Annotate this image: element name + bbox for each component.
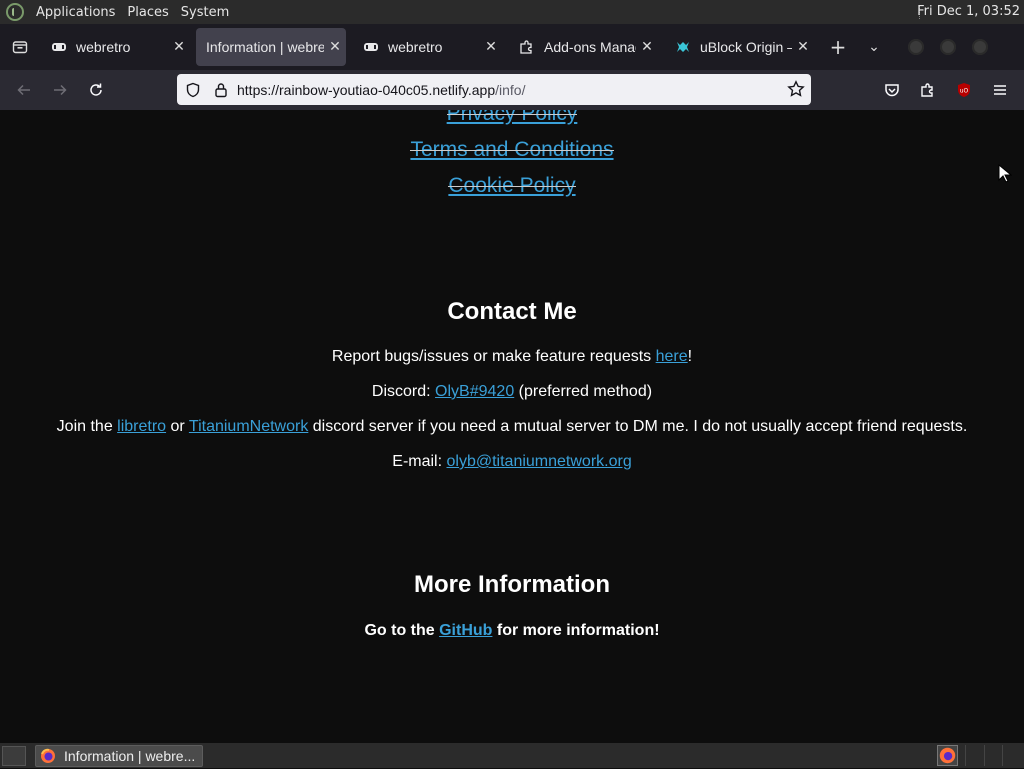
tab-title: webretro [76,39,131,55]
ublock-shield-icon: uO [958,83,970,97]
firefox-view-icon [12,41,28,54]
tracking-protection-shield-icon[interactable] [179,82,207,98]
navigation-toolbar: https://rainbow-youtiao-040c05.netlify.a… [0,70,1024,110]
tab-title: webretro [388,39,443,55]
hamburger-menu-icon [994,85,1006,95]
svg-text:uO: uO [960,88,969,95]
url-text[interactable]: https://rainbow-youtiao-040c05.netlify.a… [237,82,525,98]
extensions-button[interactable] [910,82,946,98]
maximize-window-button[interactable] [940,39,956,55]
ublock-origin-button[interactable]: uO [946,82,982,98]
join-servers-line: Join the libretro or TitaniumNetwork dis… [56,418,968,435]
toolbar-right: uO [874,70,1018,110]
tab-ublock-origin[interactable]: uBlock Origin — Dashboard ✕ [664,28,814,66]
url-bar[interactable]: https://rainbow-youtiao-040c05.netlify.a… [177,74,811,105]
webretro-favicon-icon [364,43,378,51]
close-tab-icon[interactable]: ✕ [480,39,502,55]
webretro-favicon-icon [52,43,66,51]
back-arrow-icon [17,84,30,96]
github-line: Go to the GitHub for more information! [364,622,660,639]
privacy-policy-link[interactable]: Privacy Policy [0,110,1024,126]
bottom-taskbar: Information | webre... [0,743,1024,768]
close-tab-icon[interactable]: ✕ [168,39,190,55]
discord-handle-link[interactable]: OlyB#9420 [435,383,514,400]
cookie-policy-link[interactable]: Cookie Policy [0,174,1024,198]
minimize-window-button[interactable] [908,39,924,55]
terms-and-conditions-link[interactable]: Terms and Conditions [0,138,1024,162]
email-line: E-mail: olyb@titaniumnetwork.org [392,453,632,470]
tab-title: Information | webretro [206,39,324,55]
tab-addons-manager[interactable]: Add-ons Manager ✕ [508,28,658,66]
forward-button[interactable] [42,72,78,108]
pocket-icon [885,84,899,97]
tab-title: uBlock Origin — Dashboard [700,39,792,55]
libretro-link[interactable]: libretro [117,418,166,435]
ublock-favicon-icon [677,42,689,52]
tab-information[interactable]: Information | webretro ✕ [196,28,346,66]
bookmark-star-icon[interactable] [787,80,805,102]
taskbar-window-title: Information | webre... [64,748,196,764]
tab-bar: webretro ✕ Information | webretro ✕ webr… [0,24,1024,70]
tab-webretro-2[interactable]: webretro ✕ [352,28,502,66]
pocket-button[interactable] [874,82,910,98]
more-information-heading: More Information [414,571,610,598]
tray-firefox-icon[interactable] [937,745,958,766]
url-path: /info/ [495,81,526,98]
menu-places[interactable]: Places [121,5,174,20]
back-button[interactable] [6,72,42,108]
discord-line: Discord: OlyB#9420 (preferred method) [371,383,653,400]
titaniumnetwork-link[interactable]: TitaniumNetwork [189,418,308,435]
app-menu-button[interactable] [982,82,1018,98]
github-link[interactable]: GitHub [439,622,492,639]
system-top-panel: Applications Places System Fri Dec 1, 03… [0,0,1024,24]
menu-applications[interactable]: Applications [30,5,121,20]
firefox-icon [41,748,55,763]
url-host: https://rainbow-youtiao-040c05.netlify.a… [237,81,496,98]
distro-logo-icon[interactable] [6,3,24,21]
mouse-cursor-icon [998,164,1012,183]
report-here-link[interactable]: here [656,348,688,365]
close-tab-icon[interactable]: ✕ [792,39,814,55]
firefox-view-button[interactable] [0,24,40,70]
workspace-switcher[interactable] [965,745,1021,766]
tab-webretro-1[interactable]: webretro ✕ [40,28,190,66]
clock[interactable]: Fri Dec 1, 03:52 [917,4,1020,19]
show-desktop-button[interactable] [2,745,26,766]
report-bugs-line: Report bugs/issues or make feature reque… [331,348,693,365]
new-tab-button[interactable]: + [820,35,856,59]
taskbar-window-button[interactable]: Information | webre... [35,745,203,767]
close-tab-icon[interactable]: ✕ [324,39,346,55]
lock-icon[interactable] [207,82,235,98]
puzzle-piece-icon [921,83,933,97]
list-all-tabs-button[interactable]: ⌄ [856,39,892,55]
puzzle-piece-icon [520,40,532,54]
contact-heading: Contact Me [447,298,577,325]
forward-arrow-icon [54,84,67,96]
menu-system[interactable]: System [175,5,235,20]
tab-title: Add-ons Manager [544,39,636,55]
close-tab-icon[interactable]: ✕ [636,39,658,55]
reload-button[interactable] [78,72,114,108]
reload-icon [90,83,102,96]
close-window-button[interactable] [972,39,988,55]
email-link[interactable]: olyb@titaniumnetwork.org [447,453,632,470]
page-content: Privacy Policy Terms and Conditions Cook… [0,110,1024,743]
